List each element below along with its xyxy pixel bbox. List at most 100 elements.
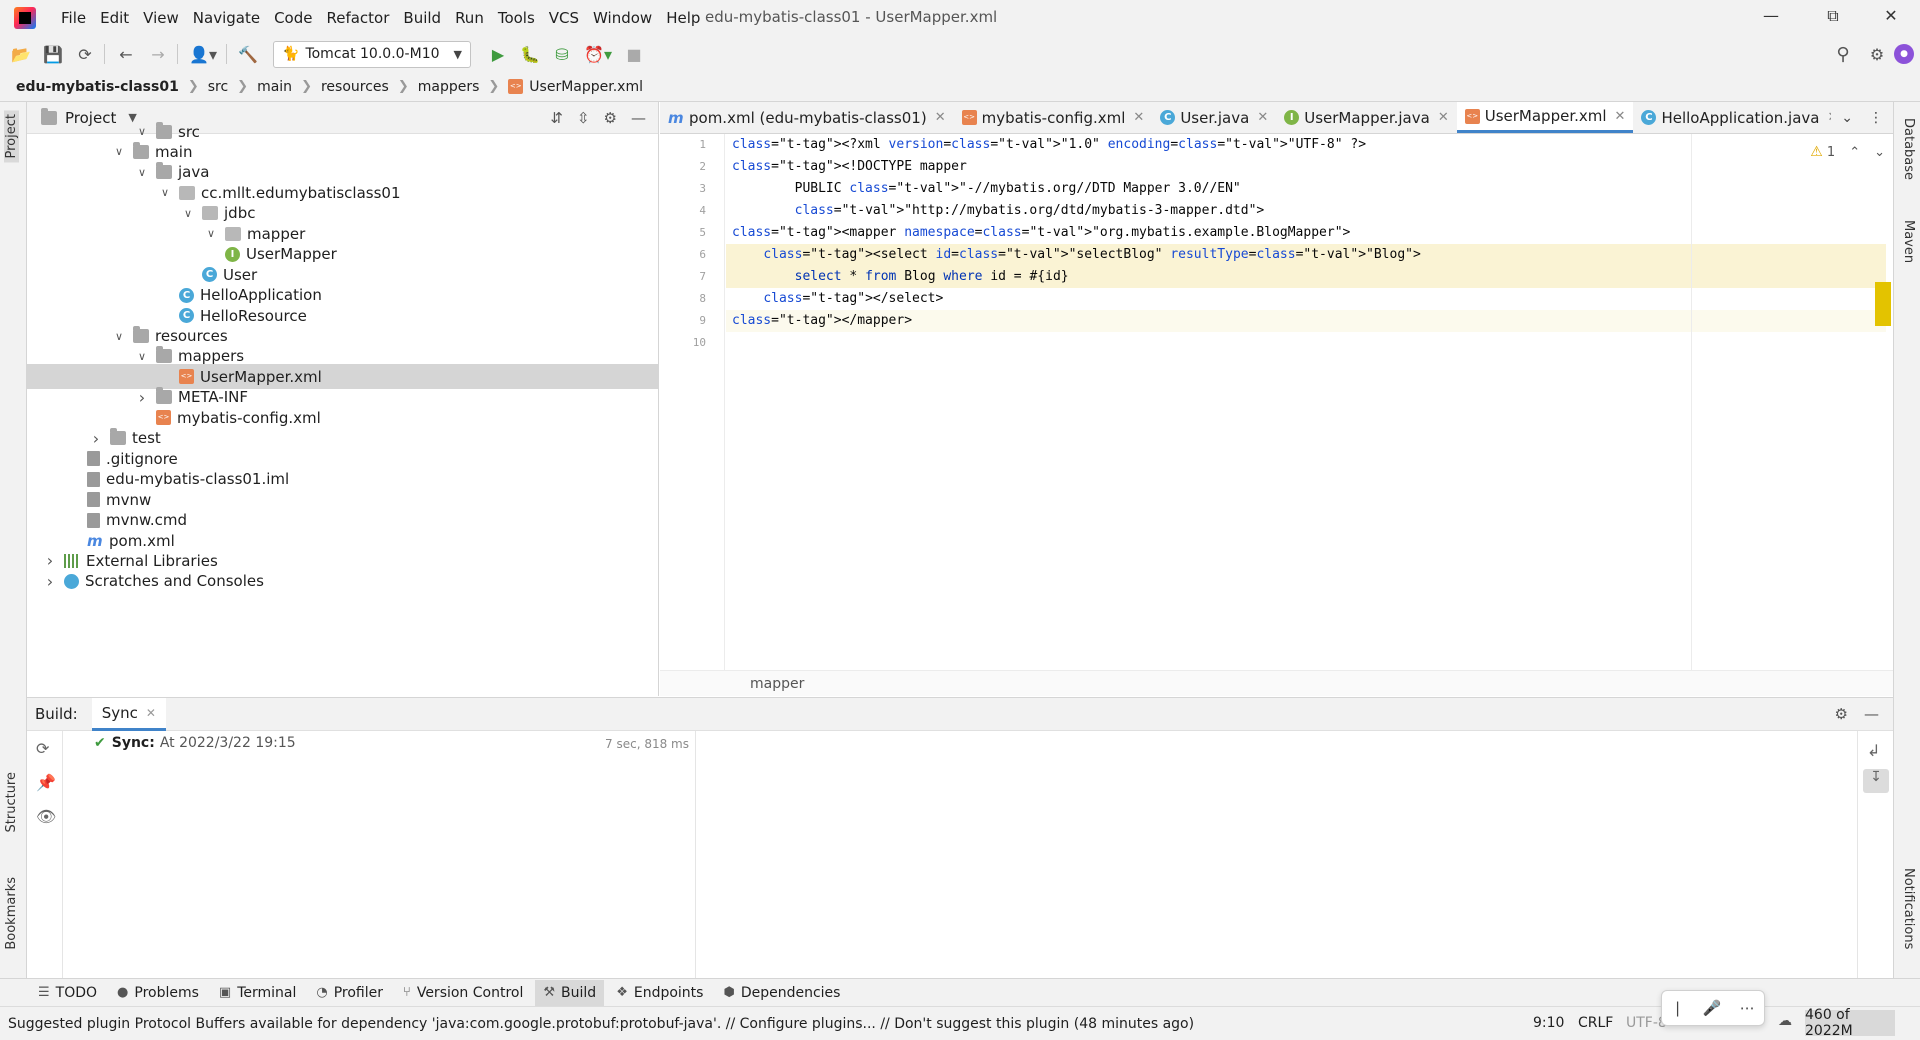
soft-wrap-icon[interactable]: ↲ <box>1867 741 1880 760</box>
close-tab-icon[interactable]: ✕ <box>935 110 946 125</box>
editor-tab[interactable]: <> UserMapper.xml ✕ <box>1456 102 1634 133</box>
menu-window[interactable]: Window <box>586 9 659 27</box>
debug-icon[interactable]: 🐛 <box>519 43 541 65</box>
settings-gear-icon[interactable]: ⚙ <box>1866 43 1888 65</box>
rerun-icon[interactable]: ⟳ <box>36 739 49 758</box>
cursor-bar-icon[interactable]: ❘ <box>1671 999 1684 1017</box>
chevron-down-icon[interactable]: ∨ <box>134 125 150 138</box>
save-icon[interactable]: 💾 <box>42 43 64 65</box>
structure-tool-tab[interactable]: Structure <box>4 772 19 832</box>
cloud-sync-icon[interactable]: ☁ <box>1778 1013 1792 1029</box>
bottom-tab[interactable]: ▣ Terminal <box>211 980 304 1006</box>
maven-tool-tab[interactable]: Maven <box>1901 220 1916 263</box>
bottom-tab[interactable]: ⑂ Version Control <box>395 980 531 1006</box>
more-vertical-icon[interactable]: ⋮ <box>1869 110 1883 126</box>
back-icon[interactable]: ← <box>115 43 137 65</box>
close-icon[interactable]: ✕ <box>1876 6 1906 25</box>
warning-indicator[interactable]: ⚠ 1 <box>1810 144 1835 160</box>
close-tab-icon[interactable]: ✕ <box>1133 110 1144 125</box>
chevron-down-icon[interactable]: ∨ <box>203 227 219 240</box>
bottom-tab[interactable]: ◔ Profiler <box>308 980 391 1006</box>
editor-tab[interactable]: <> mybatis-config.xml ✕ <box>954 102 1153 133</box>
editor-breadcrumb-item[interactable]: mapper <box>750 676 804 692</box>
bookmarks-tool-tab[interactable]: Bookmarks <box>4 877 19 950</box>
profile-icon[interactable]: ⏰▾ <box>583 43 613 65</box>
breadcrumb-resources[interactable]: resources <box>321 79 389 95</box>
menu-vcs[interactable]: VCS <box>542 9 586 27</box>
bottom-tab[interactable]: ☰ TODO <box>30 980 105 1006</box>
menu-build[interactable]: Build <box>396 9 448 27</box>
menu-help[interactable]: Help <box>659 9 707 27</box>
minimize-icon[interactable]: — <box>1756 6 1786 25</box>
chevron-right-icon[interactable]: › <box>42 572 58 591</box>
scroll-to-end-icon[interactable]: ↧ <box>1863 769 1889 793</box>
bottom-tab[interactable]: ⚒ Build <box>535 979 605 1006</box>
forward-icon[interactable]: → <box>147 43 169 65</box>
chevron-down-icon[interactable]: ∨ <box>134 166 150 179</box>
bottom-tab[interactable]: ● Problems <box>109 980 207 1006</box>
chevron-right-icon[interactable]: › <box>88 429 104 448</box>
bottom-tab[interactable]: ❖ Endpoints <box>608 980 711 1006</box>
menu-tools[interactable]: Tools <box>491 9 542 27</box>
caret-position[interactable]: 9:10 <box>1533 1015 1564 1031</box>
menu-navigate[interactable]: Navigate <box>186 9 267 27</box>
pin-icon[interactable]: 📌 <box>36 773 56 792</box>
chevron-down-icon[interactable]: ∨ <box>111 145 127 158</box>
sync-icon[interactable]: ⟳ <box>74 43 96 65</box>
database-tool-tab[interactable]: Database <box>1901 118 1916 180</box>
status-message[interactable]: Suggested plugin Protocol Buffers availa… <box>8 1016 1194 1032</box>
menu-file[interactable]: File <box>54 9 93 27</box>
eye-icon[interactable]: 👁 <box>36 807 56 826</box>
more-horizontal-icon[interactable]: ⋯ <box>1740 999 1755 1017</box>
avatar-icon[interactable]: ● <box>1894 44 1914 64</box>
editor-tab[interactable]: I UserMapper.java ✕ <box>1276 102 1457 133</box>
next-highlight-icon[interactable]: ⌄ <box>1874 145 1885 160</box>
menu-view[interactable]: View <box>136 9 186 27</box>
close-tab-icon[interactable]: ✕ <box>1438 110 1449 125</box>
tree-item[interactable]: › Scratches and Consoles <box>27 569 658 594</box>
chevron-down-icon[interactable]: ∨ <box>180 207 196 220</box>
line-separator[interactable]: CRLF <box>1578 1015 1613 1031</box>
editor-tab[interactable]: CHelloApplication.java✕ <box>1633 102 1846 133</box>
hide-panel-icon[interactable]: — <box>1864 705 1879 723</box>
microphone-icon[interactable]: 🎤 <box>1702 999 1721 1017</box>
close-tab-icon[interactable]: ✕ <box>1615 109 1626 124</box>
build-hammer-icon[interactable]: 🔨 <box>237 43 259 65</box>
menu-code[interactable]: Code <box>267 9 319 27</box>
notifications-tool-tab[interactable]: Notifications <box>1901 868 1916 949</box>
tab-sync[interactable]: Sync ✕ <box>91 697 166 731</box>
chevron-down-icon[interactable]: ⌄ <box>1841 110 1853 126</box>
close-icon[interactable]: ✕ <box>146 706 156 720</box>
scrollbar-marker[interactable] <box>1875 282 1891 326</box>
chevron-down-icon[interactable]: ∨ <box>111 330 127 343</box>
editor-tab[interactable]: m pom.xml (edu-mybatis-class01) ✕ <box>660 102 954 133</box>
chevron-right-icon[interactable]: › <box>134 388 150 407</box>
restore-icon[interactable]: ⧉ <box>1818 6 1848 26</box>
menu-refactor[interactable]: Refactor <box>319 9 396 27</box>
chevron-right-icon[interactable]: › <box>42 551 58 570</box>
build-result-row[interactable]: ✔ Sync: At 2022/3/22 19:15 <box>94 735 296 751</box>
coverage-icon[interactable]: ⛁ <box>551 43 573 65</box>
menu-edit[interactable]: Edit <box>93 9 136 27</box>
memory-indicator[interactable]: 460 of 2022M <box>1805 1007 1895 1039</box>
project-tool-tab[interactable]: Project <box>4 110 19 163</box>
open-folder-icon[interactable]: 📂 <box>10 43 32 65</box>
menu-run[interactable]: Run <box>448 9 491 27</box>
close-tab-icon[interactable]: ✕ <box>1257 110 1268 125</box>
chevron-down-icon[interactable]: ∨ <box>134 350 150 363</box>
stop-icon[interactable]: ■ <box>623 43 645 65</box>
run-icon[interactable]: ▶ <box>487 43 509 65</box>
search-icon[interactable]: ⚲ <box>1832 43 1854 65</box>
chevron-down-icon[interactable]: ∨ <box>157 186 173 199</box>
breadcrumb-src[interactable]: src <box>208 79 228 95</box>
breadcrumb-file[interactable]: UserMapper.xml <box>529 79 643 95</box>
breadcrumb-mappers[interactable]: mappers <box>418 79 480 95</box>
user-icon[interactable]: 👤▾ <box>188 43 218 65</box>
run-config-select[interactable]: 🐈 Tomcat 10.0.0-M10 ▼ <box>273 40 471 68</box>
gear-icon[interactable]: ⚙ <box>1835 705 1848 723</box>
breadcrumb-project[interactable]: edu-mybatis-class01 <box>16 79 179 95</box>
code-editor[interactable]: 1 2 3 4 5 6 7 8 9 10 class="t-tag"><?xml version=… <box>660 134 1893 670</box>
breadcrumb-main[interactable]: main <box>257 79 292 95</box>
previous-highlight-icon[interactable]: ⌃ <box>1849 145 1860 160</box>
bottom-tab[interactable]: ⬢ Dependencies <box>715 980 848 1006</box>
